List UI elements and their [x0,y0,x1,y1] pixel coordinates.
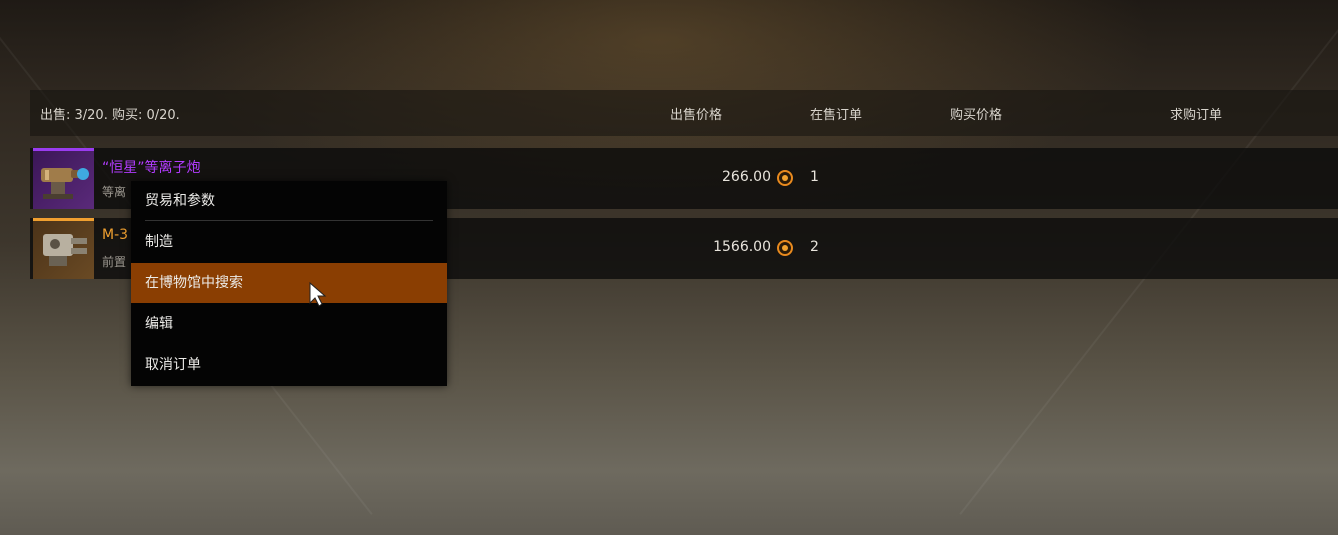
column-sell-price[interactable]: 出售价格 [670,104,722,123]
column-sell-orders[interactable]: 在售订单 [810,104,862,123]
menu-item-trade-params[interactable]: 贸易和参数 [131,181,447,221]
menu-item-label: 制造 [145,234,173,250]
item-name: “恒星”等离子炮 [102,160,201,176]
coin-icon [777,170,793,186]
rarity-band [33,148,94,151]
menu-item-search-museum[interactable]: 在博物馆中搜索 [131,263,447,303]
machine-gun-icon [43,234,87,266]
menu-item-label: 在博物馆中搜索 [145,275,243,291]
sell-price: 266.00 [722,169,771,185]
sell-orders-count: 2 [810,239,819,255]
item-subtitle: 前置 [102,255,127,269]
item-thumbnail [33,148,94,209]
column-buy-orders[interactable]: 求购订单 [1170,104,1222,123]
mouse-cursor-icon [309,281,327,307]
item-subtitle: 等离 [102,185,127,199]
item-name: M-3 [102,227,129,243]
menu-divider [145,220,433,221]
menu-item-label: 取消订单 [145,357,201,373]
context-menu: 贸易和参数 制造 在博物馆中搜索 编辑 取消订单 [131,181,447,386]
plasma-cannon-icon [41,168,89,199]
order-summary: 出售: 3/20. 购买: 0/20. [40,108,180,123]
item-thumbnail [33,218,94,279]
column-buy-price[interactable]: 购买价格 [950,104,1002,123]
menu-item-craft[interactable]: 制造 [131,222,447,262]
rarity-band [33,218,94,221]
market-screen: 出售: 3/20. 购买: 0/20. 出售价格 在售订单 购买价格 求购订单 … [0,0,1338,535]
menu-item-label: 编辑 [145,316,173,332]
sell-price: 1566.00 [713,239,771,255]
menu-item-label: 贸易和参数 [145,193,215,209]
menu-item-cancel-order[interactable]: 取消订单 [131,345,447,385]
menu-item-edit[interactable]: 编辑 [131,304,447,344]
sell-orders-count: 1 [810,169,819,185]
coin-icon [777,240,793,256]
